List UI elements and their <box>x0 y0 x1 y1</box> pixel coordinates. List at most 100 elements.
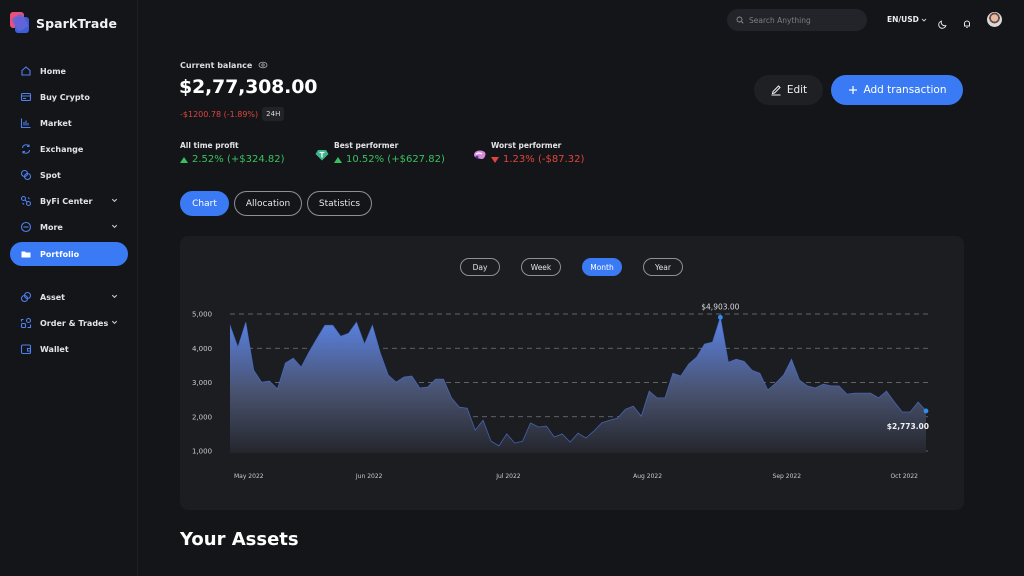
balance-value: $2,77,308.00 <box>179 76 318 98</box>
sidebar-item-buy-crypto[interactable]: Buy Crypto <box>10 84 128 110</box>
y-tick-label: 4,000 <box>192 345 212 353</box>
more-icon <box>20 221 32 233</box>
sidebar-item-label: Home <box>40 66 66 76</box>
balance-change-row: -$1200.78 (-1.89%) 24H <box>180 107 285 121</box>
stat-value-row: 2.52% (+$324.82) <box>180 154 284 165</box>
max-point-marker <box>717 314 723 320</box>
exchange-icon <box>20 143 32 155</box>
moon-icon <box>938 20 947 29</box>
tab-allocation[interactable]: Allocation <box>234 191 302 216</box>
bell-icon <box>964 20 970 28</box>
balance-change: -$1200.78 (-1.89%) <box>180 109 259 119</box>
tab-chart[interactable]: Chart <box>180 191 229 216</box>
avatar[interactable] <box>987 12 1002 27</box>
sidebar-item-label: Order & Trades <box>40 318 109 328</box>
home-icon <box>20 65 32 77</box>
bar-chart-icon <box>20 117 32 129</box>
tab-statistics[interactable]: Statistics <box>307 191 372 216</box>
edit-label: Edit <box>786 84 808 96</box>
view-tabs: Chart Allocation Statistics <box>180 191 372 216</box>
tether-icon <box>315 150 329 161</box>
token-icon <box>474 150 486 159</box>
folder-icon <box>20 248 32 260</box>
plus-icon <box>848 86 857 94</box>
theme-toggle[interactable] <box>938 14 948 29</box>
x-tick-label: Sep 2022 <box>773 473 802 480</box>
sidebar-item-label: Wallet <box>40 344 69 354</box>
last-point-marker <box>923 408 929 414</box>
sidebar-item-label: Buy Crypto <box>40 92 90 102</box>
logo[interactable]: SparkTrade <box>10 12 117 34</box>
stat-label: All time profit <box>180 141 239 150</box>
stat-label: Best performer <box>334 141 399 150</box>
sidebar-item-exchange[interactable]: Exchange <box>10 136 128 162</box>
y-tick-label: 1,000 <box>192 448 212 456</box>
balance-label-row: Current balance <box>180 60 268 70</box>
sidebar-item-spot[interactable]: Spot <box>10 162 128 188</box>
arrow-up-icon <box>334 156 342 163</box>
coins-icon <box>20 169 32 181</box>
assets-section-title: Your Assets <box>180 529 299 550</box>
stat-best-performer: Best performer 10.52% (+$627.82) <box>334 141 445 165</box>
sidebar-item-label: Spot <box>40 170 61 180</box>
x-tick-label: May 2022 <box>234 473 264 480</box>
arrow-up-icon <box>180 156 188 163</box>
sidebar-item-asset[interactable]: Asset <box>10 284 128 310</box>
locale-label: EN/USD <box>887 15 919 24</box>
stat-value: 1.23% (-$87.32) <box>503 154 585 165</box>
max-value-label: $4,903.00 <box>701 302 739 311</box>
arrow-down-icon <box>491 156 499 163</box>
sidebar-nav: Home Buy Crypto Market Exchange Spot ByF… <box>10 58 128 362</box>
sidebar-item-order-trades[interactable]: Order & Trades <box>10 310 128 336</box>
sidebar-item-label: Asset <box>40 292 65 302</box>
sidebar-item-byfi-center[interactable]: ByFi Center <box>10 188 128 214</box>
stat-value-row: 10.52% (+$627.82) <box>334 154 445 165</box>
y-tick-label: 5,000 <box>192 311 212 319</box>
locale-selector[interactable]: EN/USD <box>887 15 927 24</box>
period-badge: 24H <box>262 107 285 121</box>
sidebar-item-label: Market <box>40 118 72 128</box>
edit-button[interactable]: Edit <box>754 75 823 105</box>
x-tick-label: Jun 2022 <box>355 473 383 480</box>
search-bar[interactable] <box>727 9 867 31</box>
x-tick-label: Oct 2022 <box>890 473 918 480</box>
app-name: SparkTrade <box>36 15 118 31</box>
chevron-down-icon[interactable] <box>110 292 119 301</box>
orders-icon <box>20 317 32 329</box>
chart-card: Day Week Month Year 1,000 2,000 3,000 4,000… <box>180 236 964 510</box>
chevron-down-icon <box>921 18 927 22</box>
sidebar: SparkTrade Home Buy Crypto Market Exchan… <box>0 0 138 576</box>
stat-all-time-profit: All time profit 2.52% (+$324.82) <box>180 141 284 165</box>
sidebar-item-more[interactable]: More <box>10 214 128 240</box>
stat-worst-performer: Worst performer 1.23% (-$87.32) <box>491 141 584 165</box>
sidebar-item-market[interactable]: Market <box>10 110 128 136</box>
portfolio-chart[interactable]: 1,000 2,000 3,000 4,000 5,000 May 2022 Jun 202… <box>180 236 964 510</box>
asset-icon <box>20 291 32 303</box>
sidebar-item-wallet[interactable]: Wallet <box>10 336 128 362</box>
sidebar-item-home[interactable]: Home <box>10 58 128 84</box>
sparktrade-logo-icon <box>10 12 30 34</box>
y-tick-label: 3,000 <box>192 379 212 387</box>
search-input[interactable] <box>749 15 859 25</box>
sidebar-item-label: ByFi Center <box>40 196 93 206</box>
add-transaction-button[interactable]: Add transaction <box>831 75 963 105</box>
x-tick-label: Jul 2022 <box>495 473 521 480</box>
chevron-down-icon[interactable] <box>110 318 119 327</box>
sidebar-item-portfolio[interactable]: Portfolio <box>10 242 128 266</box>
stat-value-row: 1.23% (-$87.32) <box>491 154 584 165</box>
notifications-button[interactable] <box>962 14 972 28</box>
add-transaction-label: Add transaction <box>863 84 947 96</box>
sidebar-item-label: More <box>40 222 63 232</box>
x-tick-label: Aug 2022 <box>633 473 662 480</box>
y-tick-label: 2,000 <box>192 413 212 421</box>
sidebar-item-label: Portfolio <box>40 249 80 259</box>
search-icon <box>736 16 744 24</box>
chevron-down-icon[interactable] <box>110 196 119 205</box>
eye-icon[interactable] <box>258 60 268 70</box>
balance-label: Current balance <box>180 60 253 70</box>
sidebar-item-label: Exchange <box>40 144 84 154</box>
chevron-down-icon[interactable] <box>110 222 119 231</box>
last-value-label: $2,773.00 <box>887 422 929 431</box>
stat-value: 10.52% (+$627.82) <box>346 154 445 165</box>
stat-value: 2.52% (+$324.82) <box>192 154 285 165</box>
